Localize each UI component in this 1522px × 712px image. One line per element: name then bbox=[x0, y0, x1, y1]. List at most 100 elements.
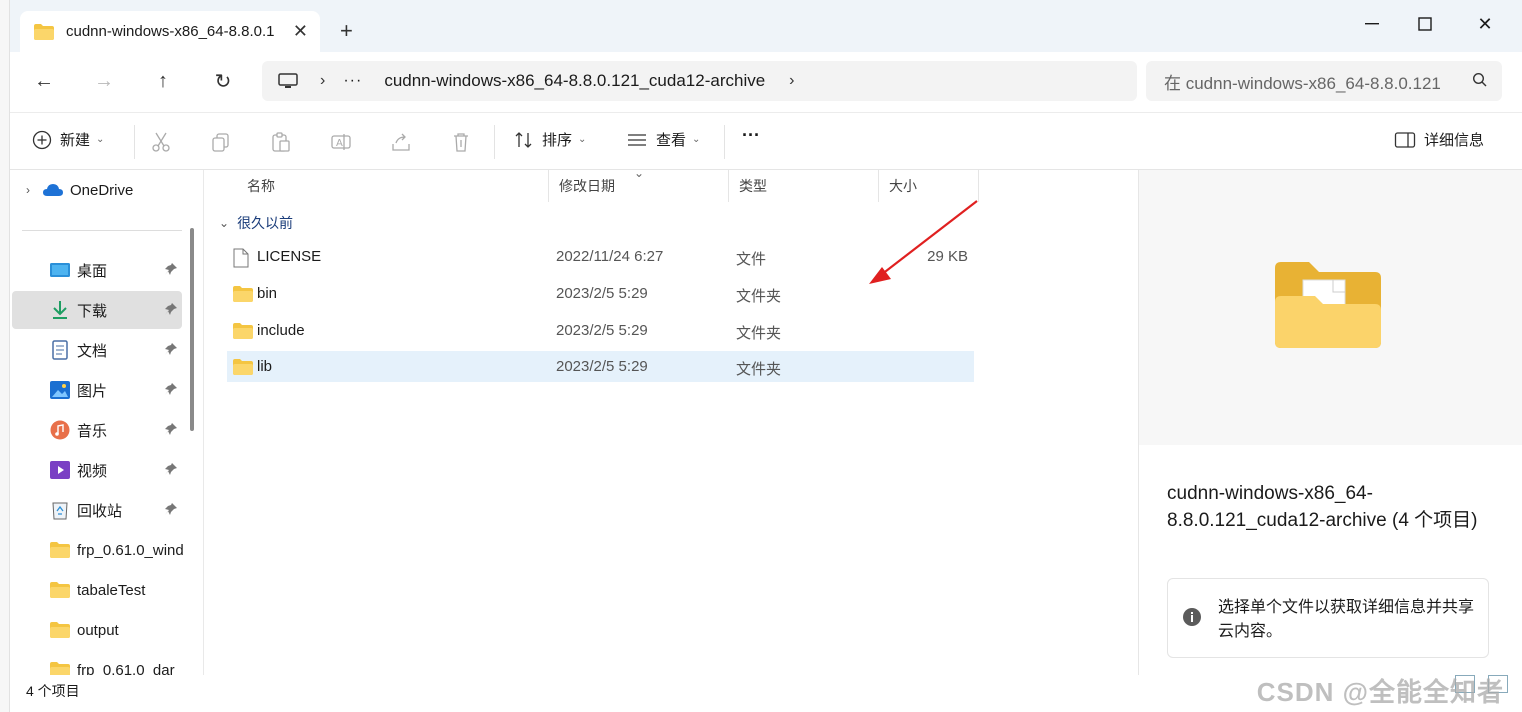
sort-button[interactable]: 排序 ⌄ bbox=[514, 129, 586, 150]
close-window-button[interactable]: ✕ bbox=[1455, 6, 1515, 42]
chevron-down-icon: ⌄ bbox=[96, 134, 105, 145]
details-title: cudnn-windows-x86_64-8.8.0.121_cuda12-ar… bbox=[1167, 483, 1478, 531]
minimize-button[interactable] bbox=[1342, 6, 1402, 42]
forward-button[interactable]: → bbox=[88, 66, 120, 96]
maximize-icon bbox=[1418, 17, 1432, 31]
tab-current-folder[interactable]: cudnn-windows-x86_64-8.8.0.1 ✕ bbox=[20, 11, 320, 52]
chevron-down-icon: ⌄ bbox=[692, 134, 701, 145]
folder-icon bbox=[50, 582, 70, 598]
pin-icon[interactable] bbox=[164, 502, 178, 516]
command-bar: 新建 ⌄ A 排序 ⌄ 查看 ⌄ ··· 详细信息 bbox=[10, 112, 1522, 170]
toolbar-divider bbox=[494, 125, 495, 159]
view-button[interactable]: 查看 ⌄ bbox=[626, 129, 700, 150]
document-icon bbox=[52, 340, 68, 360]
new-tab-button[interactable]: + bbox=[340, 18, 353, 44]
toolbar-divider bbox=[724, 125, 725, 159]
sidebar-item-pictures[interactable]: 图片 bbox=[12, 371, 182, 409]
chevron-right-icon[interactable]: › bbox=[26, 183, 30, 197]
sidebar-item-label: 文档 bbox=[77, 342, 108, 360]
sidebar-item-label: 音乐 bbox=[77, 422, 108, 440]
annotation-arrow-icon bbox=[869, 200, 978, 284]
sidebar-item-tabaletest[interactable]: tabaleTest bbox=[12, 571, 182, 609]
navigation-bar: ← → ↑ ↻ › ··· cudnn-windows-x86_64-8.8.0… bbox=[10, 52, 1522, 110]
file-list: 名称 修改日期 类型 大小 ⌄ ⌄ 很久以前 LICENSE 2022/11/2… bbox=[205, 166, 1140, 675]
pin-icon[interactable] bbox=[164, 382, 178, 396]
sidebar-divider bbox=[22, 230, 182, 231]
refresh-button[interactable]: ↻ bbox=[207, 66, 239, 96]
folder-large-icon bbox=[1275, 262, 1381, 348]
more-options-button[interactable]: ··· bbox=[742, 125, 760, 146]
sidebar-item-label: OneDrive bbox=[70, 181, 134, 199]
details-info-box: 选择单个文件以获取详细信息并共享云内容。 bbox=[1167, 578, 1489, 658]
pin-icon[interactable] bbox=[164, 302, 178, 316]
folder-icon bbox=[50, 622, 70, 638]
breadcrumb-current-folder[interactable]: cudnn-windows-x86_64-8.8.0.121_cuda12-ar… bbox=[384, 71, 765, 91]
pictures-icon bbox=[50, 381, 70, 399]
recycle-bin-icon bbox=[52, 502, 68, 520]
music-icon bbox=[50, 420, 70, 440]
breadcrumb-chevron-icon[interactable]: › bbox=[789, 72, 794, 90]
computer-icon bbox=[278, 73, 298, 88]
search-box[interactable]: 在 cudnn-windows-x86_64-8.8.0.121 bbox=[1146, 61, 1502, 101]
paste-icon[interactable] bbox=[270, 131, 292, 153]
copy-icon[interactable] bbox=[210, 131, 232, 153]
delete-icon[interactable] bbox=[450, 131, 472, 153]
folder-icon bbox=[50, 542, 70, 558]
sort-button-label: 排序 bbox=[542, 132, 573, 149]
sidebar-item-label: 下载 bbox=[77, 302, 108, 320]
sidebar-item-recycle-bin[interactable]: 回收站 bbox=[12, 491, 182, 529]
sidebar-item-documents[interactable]: 文档 bbox=[12, 331, 182, 369]
new-button-label: 新建 bbox=[60, 132, 91, 149]
folder-icon bbox=[34, 23, 54, 40]
details-pane-icon bbox=[1394, 131, 1416, 148]
new-button[interactable]: 新建 ⌄ bbox=[32, 129, 104, 150]
sidebar-item-downloads[interactable]: 下载 bbox=[12, 291, 182, 329]
sidebar-item-label: 桌面 bbox=[77, 262, 108, 280]
address-bar[interactable]: › ··· cudnn-windows-x86_64-8.8.0.121_cud… bbox=[262, 61, 1137, 101]
pin-icon[interactable] bbox=[164, 422, 178, 436]
share-icon[interactable] bbox=[390, 131, 412, 153]
sidebar-item-frp-windows[interactable]: frp_0.61.0_wind bbox=[12, 531, 202, 569]
details-pane-button[interactable]: 详细信息 bbox=[1394, 129, 1484, 150]
sidebar-item-label: 图片 bbox=[77, 382, 108, 400]
download-icon bbox=[53, 301, 67, 319]
back-button[interactable]: ← bbox=[28, 66, 60, 96]
sidebar-item-music[interactable]: 音乐 bbox=[12, 411, 182, 449]
details-pane-label: 详细信息 bbox=[1424, 132, 1485, 149]
close-tab-icon[interactable]: ✕ bbox=[293, 21, 308, 42]
tab-title: cudnn-windows-x86_64-8.8.0.1 bbox=[66, 23, 275, 40]
folder-icon bbox=[50, 662, 70, 675]
sidebar-item-output[interactable]: output bbox=[12, 611, 182, 649]
cut-icon[interactable] bbox=[150, 131, 172, 153]
sidebar-item-desktop[interactable]: 桌面 bbox=[12, 251, 182, 289]
sidebar-item-onedrive[interactable]: › OneDrive bbox=[12, 171, 182, 209]
preview-area bbox=[1139, 170, 1522, 445]
maximize-button[interactable] bbox=[1395, 6, 1455, 42]
sidebar-item-label: frp_0.61.0_wind bbox=[77, 541, 184, 559]
background-window-edge bbox=[0, 0, 10, 712]
sidebar-item-label: 视频 bbox=[77, 462, 108, 480]
onedrive-cloud-icon bbox=[43, 184, 63, 196]
view-list-icon bbox=[628, 133, 646, 146]
svg-text:A: A bbox=[336, 138, 343, 149]
breadcrumb-more-button[interactable]: ··· bbox=[343, 72, 362, 90]
sort-icon bbox=[515, 131, 532, 148]
up-button[interactable]: ↑ bbox=[147, 66, 179, 96]
video-icon bbox=[50, 461, 70, 479]
pin-icon[interactable] bbox=[164, 262, 178, 276]
sidebar-item-label: 回收站 bbox=[77, 502, 123, 520]
pin-icon[interactable] bbox=[164, 342, 178, 356]
pin-icon[interactable] bbox=[164, 462, 178, 476]
sidebar-scrollbar[interactable] bbox=[190, 228, 194, 431]
details-pane: cudnn-windows-x86_64-8.8.0.121_cuda12-ar… bbox=[1138, 170, 1522, 675]
sidebar-item-videos[interactable]: 视频 bbox=[12, 451, 182, 489]
navigation-pane: › OneDrive 桌面 下载 文档 图片 音乐 视频 回收站 frp_0.6… bbox=[10, 170, 204, 675]
sidebar-item-label: tabaleTest bbox=[77, 581, 146, 599]
sidebar-item-label: output bbox=[77, 621, 119, 639]
breadcrumb-separator-icon[interactable]: › bbox=[320, 72, 325, 90]
sidebar-item-frp-darwin[interactable]: frp_0.61.0_dar bbox=[12, 651, 202, 675]
title-bar: cudnn-windows-x86_64-8.8.0.1 ✕ + ✕ bbox=[10, 0, 1522, 52]
search-placeholder: 在 cudnn-windows-x86_64-8.8.0.121 bbox=[1164, 73, 1441, 93]
toolbar-divider bbox=[134, 125, 135, 159]
rename-icon[interactable]: A bbox=[330, 131, 352, 153]
